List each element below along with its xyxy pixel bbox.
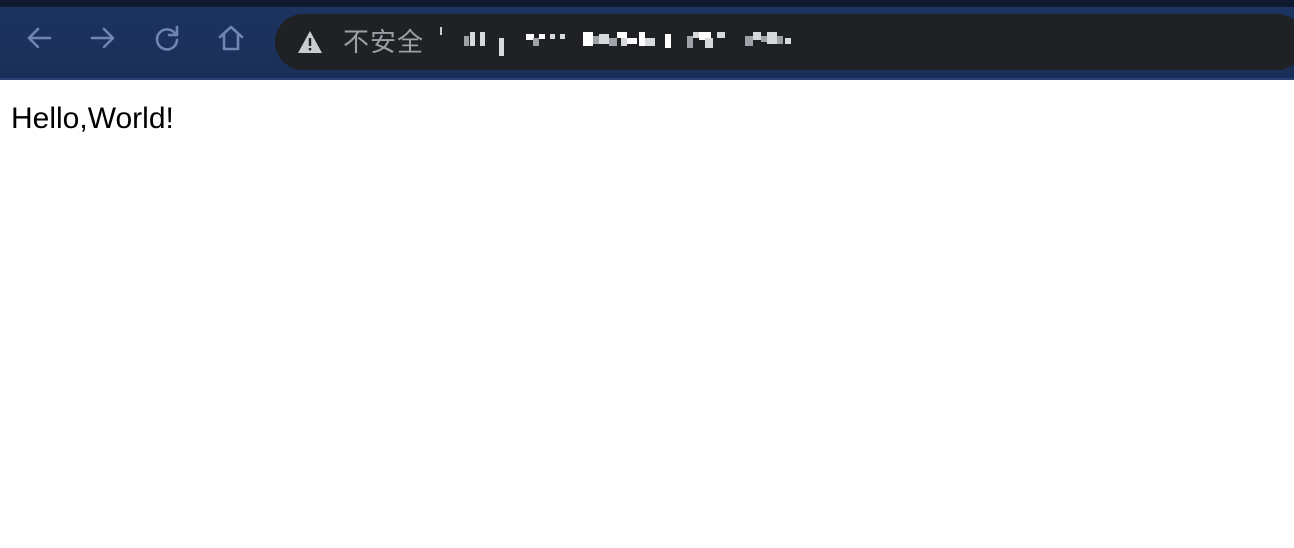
warning-triangle-icon[interactable]	[296, 29, 324, 55]
back-button[interactable]	[22, 21, 56, 55]
browser-window: 不安全 Hello,World!	[0, 0, 1294, 548]
reload-icon	[155, 25, 179, 51]
reload-button[interactable]	[150, 21, 184, 55]
forward-button[interactable]	[86, 21, 120, 55]
window-top-strip	[0, 0, 1294, 7]
toolbar-divider	[0, 78, 1294, 80]
url-separator	[440, 27, 442, 35]
arrow-left-icon	[27, 27, 52, 49]
page-body-text: Hello,World!	[11, 102, 174, 135]
security-status-label[interactable]: 不安全	[343, 24, 424, 60]
url-text-redacted[interactable]	[455, 24, 835, 60]
arrow-right-icon	[90, 27, 115, 49]
home-button[interactable]	[214, 21, 248, 55]
home-icon	[218, 25, 244, 51]
